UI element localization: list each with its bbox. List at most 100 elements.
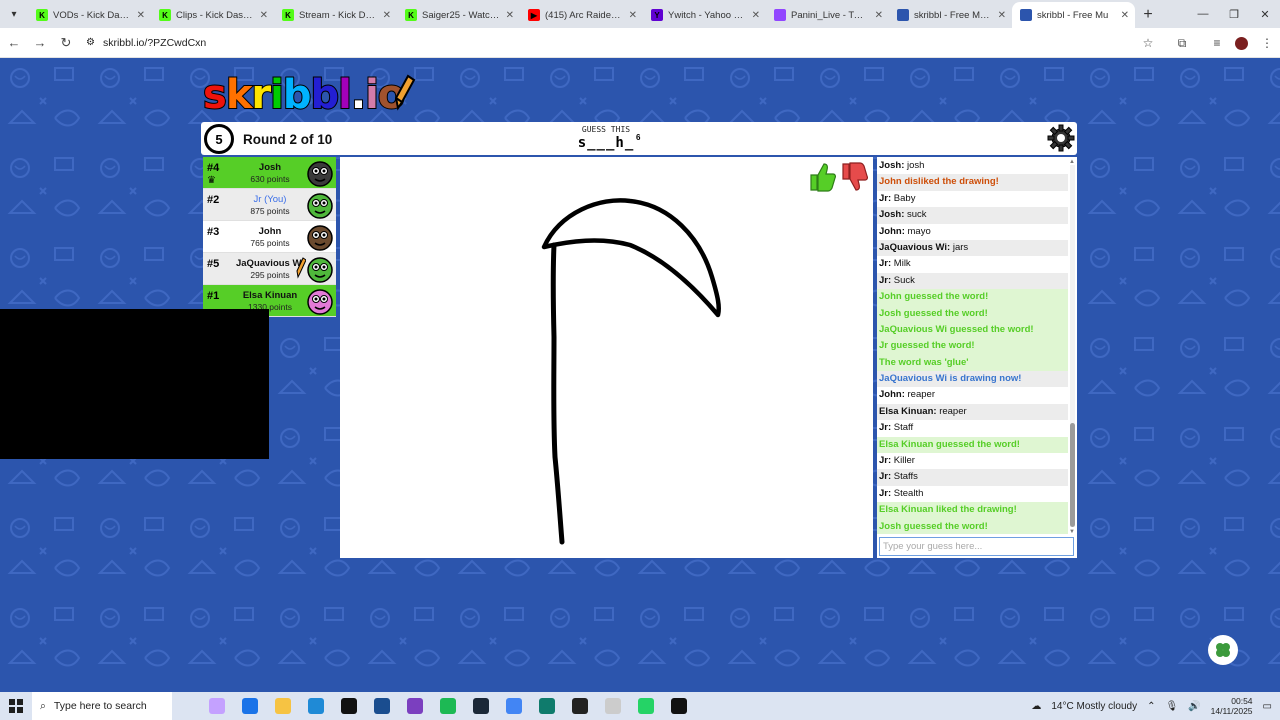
browser-tab[interactable]: skribbl - Free Mu ✕ [1012,2,1135,28]
tab-close-icon[interactable]: ✕ [137,10,145,21]
scythe-drawing [541,198,721,545]
tab-close-icon[interactable]: ✕ [629,10,637,21]
guess-this-label: GUESS THIS [581,125,631,134]
logo-letter: k [225,72,254,118]
scroll-down-icon[interactable]: ▼ [1069,529,1075,535]
tray-overflow-icon[interactable]: ⌃ [1147,701,1155,712]
taskbar-app-icon[interactable] [596,692,629,720]
tab-favicon-icon: ▶ [528,9,540,21]
player-card[interactable]: #4 Josh 630 points ♛ [203,157,336,189]
player-avatar [307,193,333,219]
thumbs-down-icon[interactable] [840,162,868,192]
microphone-icon[interactable]: 🎙 [1165,701,1178,712]
tab-list-icon[interactable]: ▾ [0,0,28,28]
tab-close-icon[interactable]: ✕ [383,10,391,21]
chat-scroll-thumb[interactable] [1070,423,1075,527]
site-info-icon[interactable]: ⚙ [86,37,95,48]
browser-tab[interactable]: Y Ywitch - Yahoo Search ✕ [643,2,766,28]
close-window-icon[interactable]: ✕ [1250,0,1280,28]
player-card[interactable]: #5 JaQuavious Wi 295 points [203,253,336,285]
tab-close-icon[interactable]: ✕ [998,10,1006,21]
url-field[interactable]: ⚙ skribbl.io/?PZCwdCxn [86,37,206,49]
chat-text: Suck [893,274,915,286]
browser-tab[interactable]: skribbl - Free Multiplayer ✕ [889,2,1012,28]
taskbar-app-icon[interactable] [497,692,530,720]
chat-text: Milk [893,258,911,270]
skribbl-logo: skribbl.io [202,72,406,118]
taskbar-app-icon[interactable] [398,692,431,720]
url-text: skribbl.io/?PZCwdCxn [102,36,207,49]
taskbar-app-icon[interactable] [365,692,398,720]
player-name: Elsa Kinuan [242,290,298,301]
chat-message: JaQuavious Wi: jars [877,239,1068,257]
tab-close-icon[interactable]: ✕ [1121,10,1129,21]
word-hint: s___h_ [577,135,635,151]
browser-tab[interactable]: ▶ (415) Arc Raiders - Ul ✕ [520,2,643,28]
browser-tab[interactable]: Panini_Live - Twitch ✕ [766,2,889,28]
drawing-canvas[interactable] [340,157,873,558]
taskbar-app-icon[interactable] [233,692,266,720]
bookmark-star-icon[interactable]: ☆ [1139,34,1157,52]
forward-icon[interactable]: → [28,31,52,55]
chat-author: Josh [879,160,902,171]
tab-close-icon[interactable]: ✕ [260,10,268,21]
weather-icon[interactable]: ☁ [1031,701,1041,712]
tab-close-icon[interactable]: ✕ [752,10,760,21]
back-icon[interactable]: ← [2,31,26,55]
taskbar-search[interactable]: ⌕ Type here to search [32,692,172,720]
player-name: Josh [258,162,282,173]
chat-message: John: mayo [877,224,1068,240]
taskbar-app-icon[interactable] [662,692,695,720]
volume-icon[interactable]: 🔊 [1188,701,1200,712]
tab-close-icon[interactable]: ✕ [875,10,883,21]
player-card[interactable]: #3 John 765 points [203,221,336,253]
settings-gear-icon[interactable] [1047,124,1075,152]
crown-icon: ♛ [207,175,216,186]
notifications-icon[interactable]: ▭ [1263,701,1272,712]
taskbar-app-icon[interactable] [266,692,299,720]
taskbar-clock[interactable]: 00:54 14/11/2025 [1211,696,1253,716]
taskbar-app-icon[interactable] [629,692,662,720]
taskbar-app-icon[interactable] [431,692,464,720]
scroll-up-icon[interactable]: ▲ [1069,159,1075,165]
minimize-icon[interactable]: — [1188,0,1218,28]
reload-icon[interactable]: ↻ [54,31,78,55]
tab-title: Stream - Kick Dashboard [299,9,378,21]
browser-tab[interactable]: K Clips - Kick Dashboard ✕ [151,2,274,28]
browser-tab[interactable]: K VODs - Kick Dashboard ✕ [28,2,151,28]
chat-log[interactable]: Josh: josh John disliked the drawing! Jr: … [877,158,1068,534]
extensions-icon[interactable]: ⧉ [1173,34,1191,52]
taskbar-app-icon[interactable] [200,692,233,720]
profile-avatar[interactable] [1232,34,1250,52]
start-button[interactable] [0,692,32,720]
taskbar-app-icon[interactable] [563,692,596,720]
taskbar-app-icon[interactable] [332,692,365,720]
taskbar-app-icon[interactable] [464,692,497,720]
taskbar-search-placeholder: Type here to search [53,700,147,712]
browser-tab[interactable]: K Saiger25 - Watch the ✕ [397,2,520,28]
taskbar-app-icon[interactable] [299,692,332,720]
new-tab-button[interactable]: + [1135,2,1161,28]
player-card[interactable]: #2 Jr (You) 875 points [203,189,336,221]
taskbar-app-icon[interactable] [530,692,563,720]
weather-text[interactable]: 14°C Mostly cloudy [1051,701,1137,712]
chat-author: Jr [879,274,888,286]
logo-letter: i [364,72,380,118]
guess-input[interactable] [879,537,1074,556]
floating-widget-button[interactable] [1208,635,1238,665]
player-rank: #1 [207,290,220,302]
browser-tab[interactable]: K Stream - Kick Dashboard ✕ [274,2,397,28]
browser-menu-icon[interactable]: ⋮ [1258,34,1276,52]
chat-panel: Josh: josh John disliked the drawing! Jr: … [877,157,1077,558]
chat-scrollbar[interactable]: ▲ ▼ [1069,159,1076,535]
chat-message: Elsa Kinuan: reaper [877,403,1068,421]
tab-title: Clips - Kick Dashboard [176,9,255,21]
tab-favicon-icon [774,9,786,21]
logo-letter: l [337,72,353,118]
tab-close-icon[interactable]: ✕ [506,10,514,21]
chat-message: Josh: suck [877,207,1068,224]
chat-message: Jr: Stealth [877,486,1068,502]
thumbs-up-icon[interactable] [808,162,836,192]
maximize-icon[interactable]: ❐ [1219,0,1249,28]
media-control-icon[interactable]: ≡ [1208,34,1226,52]
